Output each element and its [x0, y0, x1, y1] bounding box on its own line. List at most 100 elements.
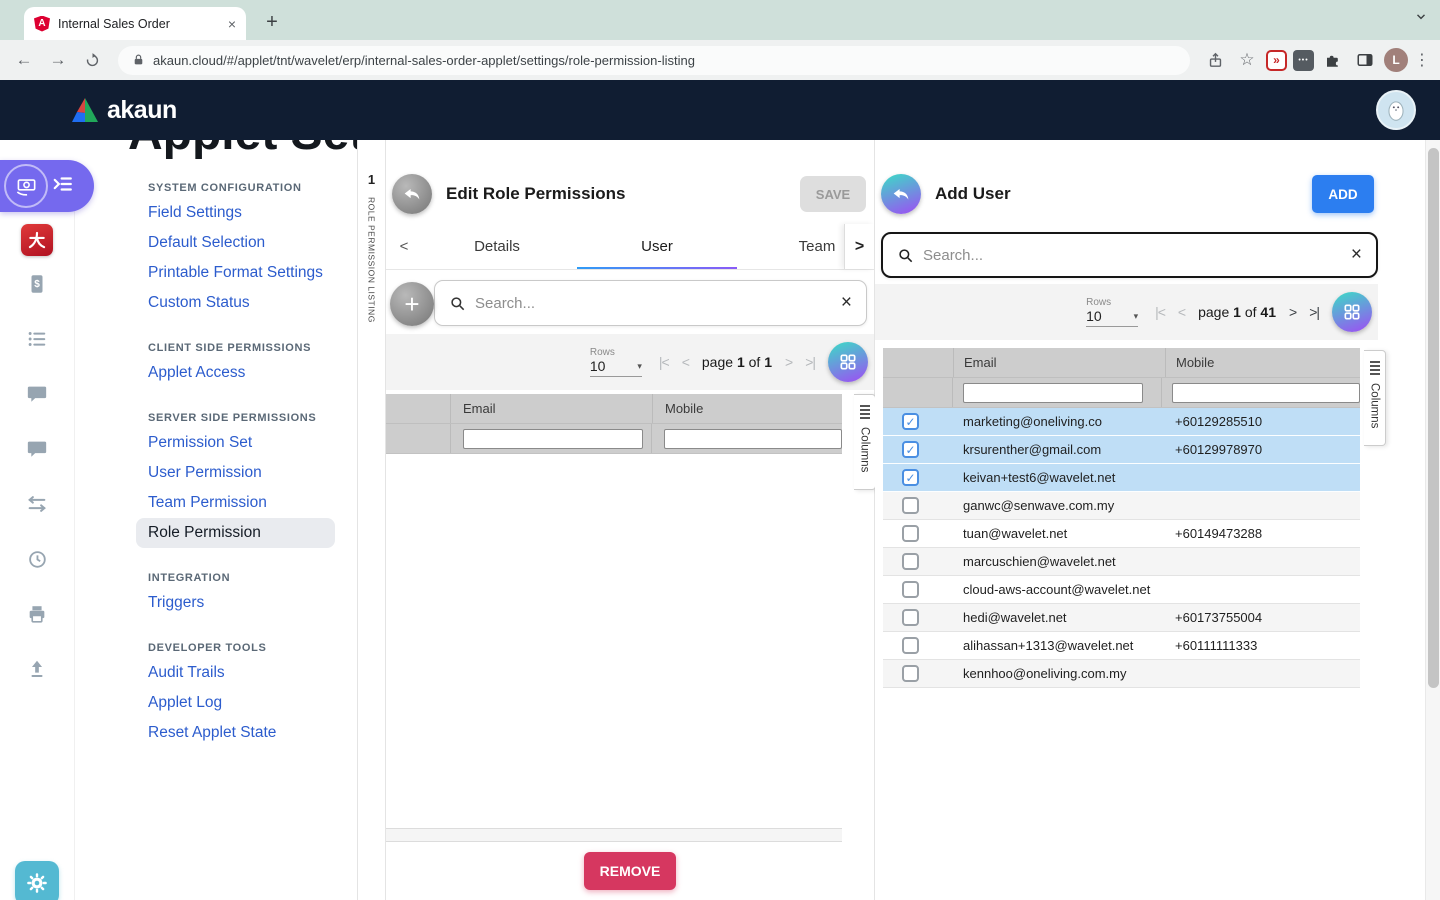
- collapse-menu-icon[interactable]: [52, 173, 74, 200]
- upload-icon[interactable]: [0, 641, 74, 696]
- user-row[interactable]: ✓ kennhoo@oneliving.com.my: [883, 660, 1360, 688]
- browser-profile-avatar[interactable]: L: [1384, 48, 1408, 72]
- add-row-button[interactable]: +: [390, 282, 434, 326]
- url-bar[interactable]: akaun.cloud/#/applet/tnt/wavelet/erp/int…: [118, 45, 1190, 75]
- tab-search-chevron-icon[interactable]: [1414, 10, 1428, 29]
- user-row[interactable]: ✓ alihassan+1313@wavelet.net +60111111333: [883, 632, 1360, 660]
- row-checkbox-checked[interactable]: ✓: [902, 441, 919, 458]
- row-checkbox[interactable]: ✓: [902, 637, 919, 654]
- row-checkbox[interactable]: ✓: [902, 609, 919, 626]
- rows-per-page-select[interactable]: 10 ▾: [589, 358, 642, 377]
- erp-app-icon[interactable]: [21, 224, 53, 256]
- clear-search-icon[interactable]: ×: [841, 292, 852, 314]
- mobile-column-header[interactable]: Mobile: [652, 394, 842, 423]
- sales-doc-icon[interactable]: $: [0, 256, 74, 311]
- settings-gear-button[interactable]: [15, 861, 59, 900]
- sidebar-item-audit-trails[interactable]: Audit Trails: [148, 658, 357, 688]
- user-row[interactable]: ✓ cloud-aws-account@wavelet.net: [883, 576, 1360, 604]
- prev-page-button[interactable]: <: [1178, 304, 1186, 320]
- user-row[interactable]: ✓ krsurenther@gmail.com +60129978970: [883, 436, 1360, 464]
- user-row[interactable]: ✓ keivan+test6@wavelet.net: [883, 464, 1360, 492]
- row-checkbox[interactable]: ✓: [902, 581, 919, 598]
- remove-button[interactable]: REMOVE: [584, 852, 676, 890]
- forward-button[interactable]: →: [44, 46, 72, 74]
- layout-grid-button[interactable]: [828, 342, 868, 382]
- redirect-extension-icon[interactable]: »: [1266, 49, 1287, 71]
- sidebar-item-applet-access[interactable]: Applet Access: [148, 358, 357, 388]
- sidebar-item-permission-set[interactable]: Permission Set: [148, 428, 357, 458]
- row-checkbox-checked[interactable]: ✓: [902, 413, 919, 430]
- next-page-button[interactable]: >: [785, 354, 793, 370]
- row-checkbox-checked[interactable]: ✓: [902, 469, 919, 486]
- scrollbar-thumb[interactable]: [1428, 148, 1439, 688]
- back-button-middle[interactable]: [392, 174, 432, 214]
- mobile-filter-input[interactable]: [1172, 382, 1360, 403]
- mobile-column-header[interactable]: Mobile: [1165, 348, 1360, 377]
- tab-scroll-left-icon[interactable]: <: [390, 224, 418, 269]
- tab-user[interactable]: User: [577, 224, 737, 269]
- record-tab-strip[interactable]: 1 ROLE PERMISSION LISTING: [357, 140, 385, 900]
- first-page-button[interactable]: |<: [1155, 304, 1166, 320]
- user-row[interactable]: ✓ marketing@oneliving.co +60129285510: [883, 408, 1360, 436]
- sidebar-item-applet-log[interactable]: Applet Log: [148, 688, 357, 718]
- tab-scroll-right-icon[interactable]: >: [844, 224, 874, 269]
- user-row[interactable]: ✓ marcuschien@wavelet.net: [883, 548, 1360, 576]
- sidebar-item-user-permission[interactable]: User Permission: [148, 458, 357, 488]
- printer-icon[interactable]: [0, 586, 74, 641]
- sidebar-item-reset-applet-state[interactable]: Reset Applet State: [148, 718, 357, 748]
- sidebar-item-role-permission[interactable]: Role Permission: [136, 518, 335, 548]
- save-button[interactable]: SAVE: [800, 176, 866, 212]
- sidebar-item-field-settings[interactable]: Field Settings: [148, 198, 357, 228]
- tab-team[interactable]: Team: [737, 224, 846, 269]
- bookmark-star-icon[interactable]: ☆: [1234, 47, 1260, 73]
- email-filter-input[interactable]: [462, 428, 643, 449]
- list-icon[interactable]: [0, 311, 74, 366]
- row-checkbox[interactable]: ✓: [902, 497, 919, 514]
- sidebar-item-printable-format-settings[interactable]: Printable Format Settings: [148, 258, 357, 288]
- mobile-filter-input[interactable]: [664, 428, 842, 449]
- floating-menu-pill[interactable]: [0, 160, 94, 212]
- middle-search-input[interactable]: [475, 294, 832, 312]
- browser-menu-icon[interactable]: ⋮: [1414, 50, 1430, 70]
- clear-search-icon[interactable]: ×: [1351, 244, 1362, 266]
- side-panel-icon[interactable]: [1352, 47, 1378, 73]
- user-row[interactable]: ✓ ganwc@senwave.com.my: [883, 492, 1360, 520]
- sidebar-item-team-permission[interactable]: Team Permission: [148, 488, 357, 518]
- user-avatar[interactable]: [1376, 90, 1416, 130]
- tab-close-icon[interactable]: ×: [228, 16, 236, 32]
- dots-extension-icon[interactable]: •••: [1293, 49, 1314, 71]
- add-button[interactable]: ADD: [1312, 175, 1374, 213]
- transfer-arrows-icon[interactable]: [0, 476, 74, 531]
- browser-tab[interactable]: A Internal Sales Order ×: [24, 7, 246, 40]
- user-row[interactable]: ✓ hedi@wavelet.net +60173755004: [883, 604, 1360, 632]
- last-page-button[interactable]: >|: [805, 354, 816, 370]
- new-tab-button[interactable]: +: [258, 8, 286, 36]
- right-columns-toggle[interactable]: Columns: [1364, 350, 1386, 446]
- akaun-logo[interactable]: akaun: [70, 96, 177, 125]
- last-page-button[interactable]: >|: [1309, 304, 1320, 320]
- user-row[interactable]: ✓ tuan@wavelet.net +60149473288: [883, 520, 1360, 548]
- email-column-header[interactable]: Email: [953, 348, 1165, 377]
- share-icon[interactable]: [1202, 47, 1228, 73]
- right-search-input[interactable]: [923, 246, 1342, 264]
- prev-page-button[interactable]: <: [682, 354, 690, 370]
- back-button-right[interactable]: [881, 174, 921, 214]
- tab-details[interactable]: Details: [417, 224, 577, 269]
- row-checkbox[interactable]: ✓: [902, 665, 919, 682]
- chat-bubble-icon-2[interactable]: [0, 421, 74, 476]
- sidebar-item-default-selection[interactable]: Default Selection: [148, 228, 357, 258]
- back-button[interactable]: ←: [10, 46, 38, 74]
- rows-per-page-select[interactable]: 10 ▾: [1086, 308, 1139, 327]
- first-page-button[interactable]: |<: [659, 354, 670, 370]
- row-checkbox[interactable]: ✓: [902, 553, 919, 570]
- sidebar-item-triggers[interactable]: Triggers: [148, 588, 357, 618]
- layout-grid-button[interactable]: [1332, 292, 1372, 332]
- middle-columns-toggle[interactable]: Columns: [854, 394, 876, 490]
- row-checkbox[interactable]: ✓: [902, 525, 919, 542]
- sidebar-item-custom-status[interactable]: Custom Status: [148, 288, 357, 318]
- email-column-header[interactable]: Email: [450, 394, 652, 423]
- chat-bubble-icon[interactable]: [0, 366, 74, 421]
- extensions-puzzle-icon[interactable]: [1320, 47, 1346, 73]
- reload-button[interactable]: [78, 46, 106, 74]
- next-page-button[interactable]: >: [1289, 304, 1297, 320]
